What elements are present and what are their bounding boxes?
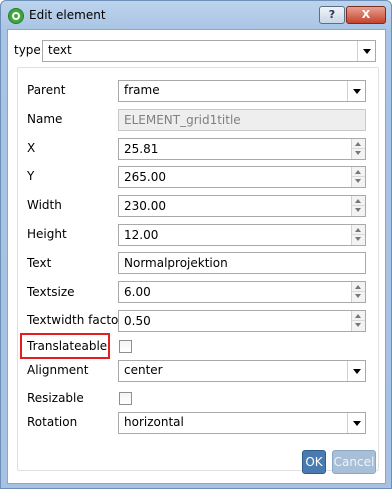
close-button[interactable]: X [346, 6, 386, 24]
x-label: X [27, 141, 36, 155]
y-field[interactable]: 265.00 [118, 166, 366, 188]
text-label: Text [27, 256, 52, 270]
rotation-label: Rotation [27, 415, 78, 429]
y-stepper[interactable] [351, 167, 365, 187]
height-label: Height [27, 227, 67, 241]
window-title: Edit element [29, 8, 106, 22]
alignment-select-value: center [124, 363, 163, 377]
increment-icon[interactable] [352, 311, 365, 321]
parent-select[interactable]: frame [118, 80, 366, 102]
textsize-field[interactable]: 6.00 [118, 281, 366, 303]
name-label: Name [27, 112, 63, 126]
decrement-icon[interactable] [352, 149, 365, 159]
name-field: ELEMENT_grid1title [118, 109, 366, 131]
width-field-value: 230.00 [124, 199, 166, 213]
type-select-value: text [48, 43, 72, 57]
parent-label: Parent [27, 83, 66, 97]
decrement-icon[interactable] [352, 321, 365, 331]
textwidth-factor-field[interactable]: 0.50 [118, 310, 366, 332]
translateable-label: Translateable [27, 339, 108, 353]
y-field-value: 265.00 [124, 170, 166, 184]
edit-element-dialog: Edit element ? X type text Parent frame … [0, 0, 392, 489]
translateable-checkbox[interactable] [119, 340, 132, 353]
height-stepper[interactable] [351, 225, 365, 245]
width-label: Width [27, 198, 62, 212]
dialog-content: type text Parent frame Name ELEMENT_grid… [7, 29, 386, 484]
chevron-down-icon[interactable] [357, 41, 375, 61]
app-icon [8, 8, 24, 24]
textwidth-factor-label: Textwidth factor [27, 313, 124, 327]
chevron-down-icon[interactable] [347, 413, 365, 433]
increment-icon[interactable] [352, 196, 365, 206]
type-select[interactable]: text [42, 40, 376, 62]
alignment-select[interactable]: center [118, 360, 366, 382]
decrement-icon[interactable] [352, 177, 365, 187]
parent-select-value: frame [124, 83, 160, 97]
y-label: Y [27, 169, 35, 183]
textwidth-factor-field-value: 0.50 [124, 314, 151, 328]
increment-icon[interactable] [352, 167, 365, 177]
type-label: type [14, 43, 41, 57]
decrement-icon[interactable] [352, 206, 365, 216]
cancel-button[interactable]: Cancel [332, 450, 376, 474]
x-field-value: 25.81 [124, 142, 159, 156]
increment-icon[interactable] [352, 139, 365, 149]
resizable-label: Resizable [27, 391, 84, 405]
chevron-down-icon[interactable] [347, 361, 365, 381]
decrement-icon[interactable] [352, 235, 365, 245]
increment-icon[interactable] [352, 282, 365, 292]
textsize-label: Textsize [27, 285, 75, 299]
alignment-label: Alignment [27, 363, 89, 377]
text-field[interactable]: Normalprojektion [118, 252, 366, 274]
increment-icon[interactable] [352, 225, 365, 235]
rotation-select[interactable]: horizontal [118, 412, 366, 434]
textsize-field-value: 6.00 [124, 285, 151, 299]
ok-button[interactable]: OK [302, 450, 326, 474]
height-field[interactable]: 12.00 [118, 224, 366, 246]
width-field[interactable]: 230.00 [118, 195, 366, 217]
height-field-value: 12.00 [124, 228, 159, 242]
help-button[interactable]: ? [319, 6, 345, 24]
textwidth-factor-stepper[interactable] [351, 311, 365, 331]
rotation-select-value: horizontal [124, 415, 184, 429]
x-stepper[interactable] [351, 139, 365, 159]
decrement-icon[interactable] [352, 292, 365, 302]
x-field[interactable]: 25.81 [118, 138, 366, 160]
resizable-checkbox[interactable] [119, 392, 132, 405]
chevron-down-icon[interactable] [347, 81, 365, 101]
width-stepper[interactable] [351, 196, 365, 216]
textsize-stepper[interactable] [351, 282, 365, 302]
title-bar[interactable]: Edit element ? X [1, 1, 391, 29]
